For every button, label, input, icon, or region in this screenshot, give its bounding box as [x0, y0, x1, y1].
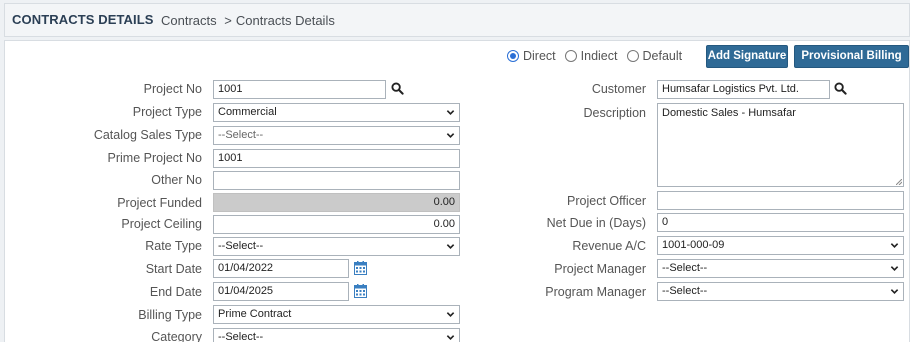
customer-search-icon[interactable]	[834, 82, 847, 95]
revenue-ac-label: Revenue A/C	[572, 239, 646, 253]
project-funded-label: Project Funded	[117, 196, 202, 210]
project-manager-label: Project Manager	[554, 262, 646, 276]
customer-input[interactable]: Humsafar Logistics Pvt. Ltd.	[657, 80, 830, 99]
revenue-ac-value: 1001-000-09	[662, 239, 725, 251]
project-officer-label: Project Officer	[567, 194, 646, 208]
radio-direct-indicator[interactable]	[507, 50, 519, 62]
radio-indirect[interactable]: Indiect	[564, 49, 618, 63]
breadcrumb-separator: >	[224, 13, 232, 28]
project-officer-input[interactable]	[657, 191, 904, 210]
breadcrumb-current: Contracts Details	[235, 13, 335, 28]
category-select[interactable]: --Select--	[213, 328, 460, 342]
prime-project-no-label: Prime Project No	[107, 151, 202, 165]
billing-type-label: Billing Type	[138, 308, 202, 322]
billing-type-value: Prime Contract	[218, 308, 292, 320]
net-due-label: Net Due in (Days)	[546, 216, 646, 230]
page-title: CONTRACTS DETAILS	[12, 12, 154, 27]
radio-direct-label: Direct	[523, 49, 556, 63]
description-value: Domestic Sales - Humsafar	[662, 107, 796, 119]
breadcrumb: Contracts > Contracts Details	[161, 13, 339, 28]
other-no-label: Other No	[151, 173, 202, 187]
end-date-input[interactable]: 01/04/2025	[213, 282, 349, 301]
description-textarea[interactable]: Domestic Sales - Humsafar	[657, 103, 904, 187]
radio-indirect-label: Indiect	[580, 49, 618, 63]
net-due-input[interactable]: 0	[657, 213, 904, 232]
start-date-input[interactable]: 01/04/2022	[213, 259, 349, 278]
catalog-sales-type-select[interactable]: --Select--	[213, 126, 460, 145]
billing-type-select[interactable]: Prime Contract	[213, 305, 460, 324]
project-ceiling-label: Project Ceiling	[121, 217, 202, 231]
chevron-down-icon	[890, 289, 899, 294]
radio-default[interactable]: Default	[626, 49, 683, 63]
radio-indirect-indicator[interactable]	[564, 50, 577, 62]
program-manager-label: Program Manager	[545, 285, 646, 299]
radio-default-indicator[interactable]	[626, 50, 639, 62]
contract-details-form: Direct Indiect Default Add Signature Pro…	[4, 40, 910, 342]
rate-type-label: Rate Type	[145, 239, 202, 253]
rate-type-value: --Select--	[218, 240, 264, 252]
program-manager-select[interactable]: --Select--	[657, 282, 904, 301]
project-funded-input: 0.00	[213, 193, 460, 212]
project-type-value: Commercial	[218, 106, 277, 118]
prime-project-no-input[interactable]: 1001	[213, 149, 460, 168]
project-no-input[interactable]: 1001	[213, 80, 386, 99]
billing-mode-radio-group: Direct Indiect Default	[507, 49, 691, 63]
chevron-down-icon	[446, 244, 455, 249]
catalog-sales-type-label: Catalog Sales Type	[93, 128, 202, 142]
chevron-down-icon	[446, 335, 455, 340]
chevron-down-icon	[890, 266, 899, 271]
provisional-billing-rate-button[interactable]: Provisional Billing Rate	[794, 45, 909, 83]
project-manager-value: --Select--	[662, 262, 708, 274]
category-value: --Select--	[218, 331, 264, 342]
start-date-label: Start Date	[145, 262, 202, 276]
chevron-down-icon	[446, 312, 455, 317]
resize-handle-icon[interactable]	[896, 179, 902, 185]
chevron-down-icon	[890, 243, 899, 248]
project-no-label: Project No	[143, 82, 202, 96]
catalog-sales-type-value: --Select--	[218, 129, 264, 141]
radio-direct[interactable]: Direct	[507, 49, 556, 63]
description-label: Description	[583, 106, 646, 120]
customer-label: Customer	[591, 82, 646, 96]
calendar-icon[interactable]	[354, 284, 367, 298]
project-type-select[interactable]: Commercial	[213, 103, 460, 122]
category-label: Category	[151, 330, 202, 342]
project-manager-select[interactable]: --Select--	[657, 259, 904, 278]
add-signature-button[interactable]: Add Signature	[706, 45, 788, 68]
other-no-input[interactable]	[213, 171, 460, 190]
chevron-down-icon	[446, 110, 455, 115]
project-type-label: Project Type	[132, 105, 202, 119]
breadcrumb-contracts-link[interactable]: Contracts	[161, 13, 217, 28]
rate-type-select[interactable]: --Select--	[213, 237, 460, 256]
end-date-label: End Date	[149, 285, 202, 299]
chevron-down-icon	[446, 133, 455, 138]
calendar-icon[interactable]	[354, 261, 367, 275]
program-manager-value: --Select--	[662, 285, 708, 297]
radio-default-label: Default	[642, 49, 683, 63]
page-header: CONTRACTS DETAILS Contracts > Contracts D…	[4, 3, 910, 37]
revenue-ac-select[interactable]: 1001-000-09	[657, 236, 904, 255]
project-no-search-icon[interactable]	[391, 82, 404, 95]
project-ceiling-input[interactable]: 0.00	[213, 215, 460, 234]
